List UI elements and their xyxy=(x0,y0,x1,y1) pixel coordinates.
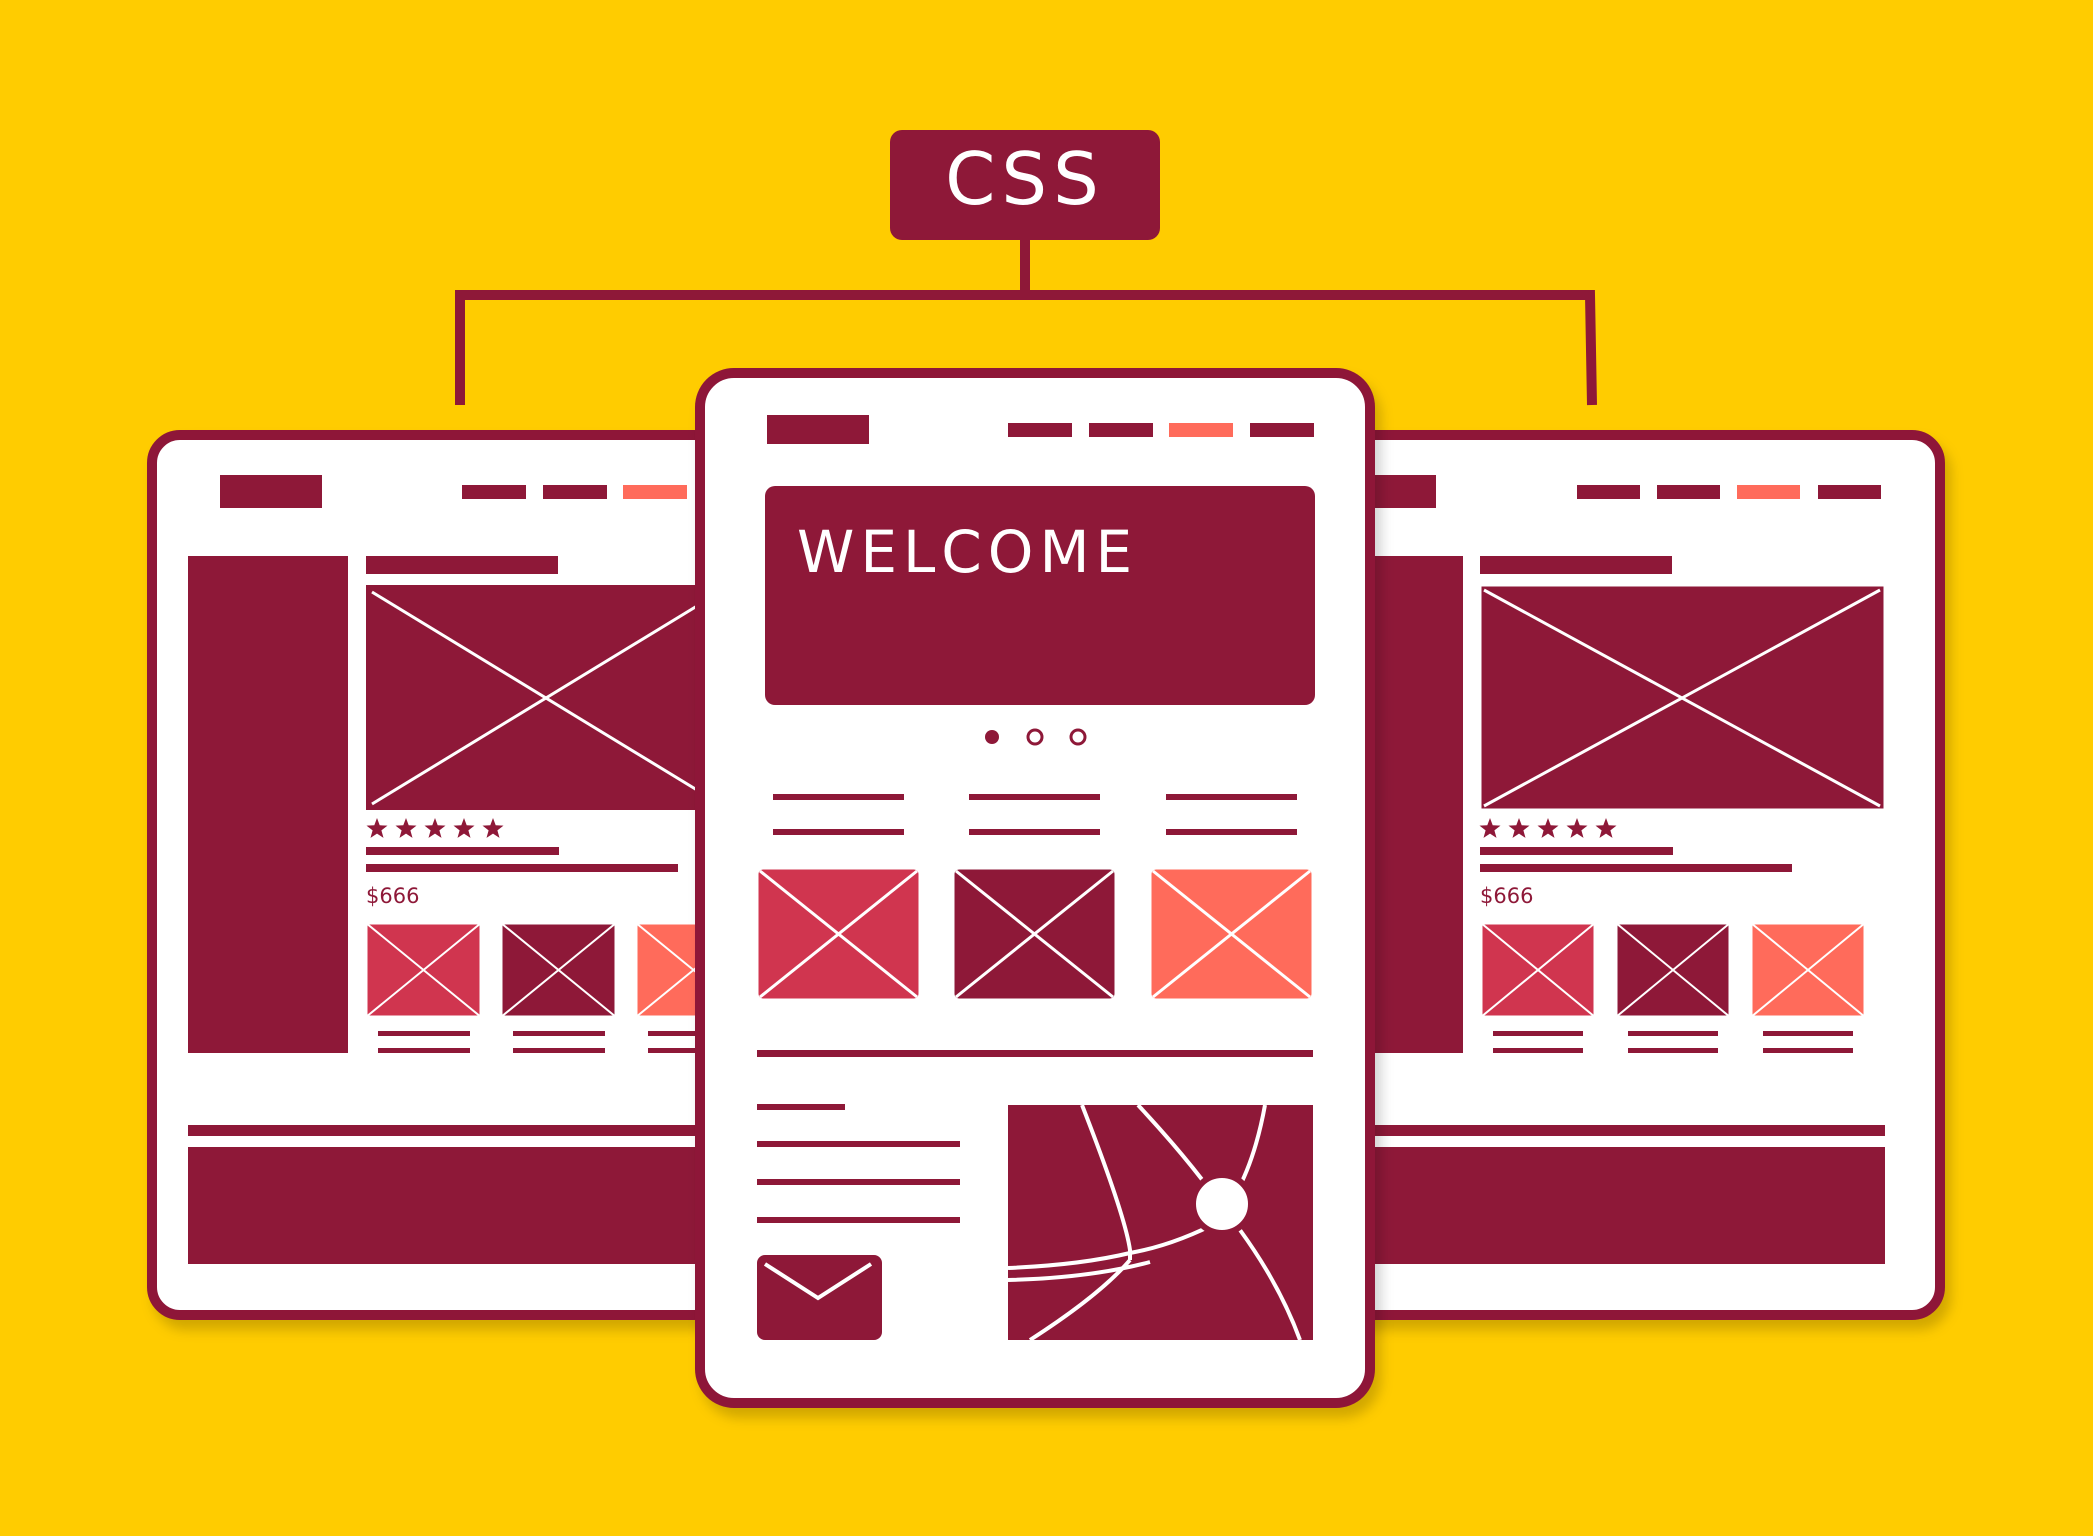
text-line xyxy=(366,864,678,872)
image-placeholder-icon xyxy=(366,585,726,810)
nav-bar xyxy=(462,485,687,499)
map-pin-icon[interactable] xyxy=(1190,1172,1254,1236)
logo-block xyxy=(220,475,322,508)
nav-item-active[interactable] xyxy=(1169,423,1233,437)
thumb-row xyxy=(1479,921,1867,1019)
footer-block xyxy=(1340,1147,1885,1264)
text-line xyxy=(1480,864,1792,872)
footer-line xyxy=(188,1125,722,1136)
image-placeholder-icon xyxy=(951,866,1118,1002)
nav-item-active[interactable] xyxy=(623,485,687,499)
nav-item[interactable] xyxy=(1818,485,1881,499)
illustration-svg: CSS $666 $666 WELCOME xyxy=(147,130,1945,1408)
nav-item-active[interactable] xyxy=(1737,485,1800,499)
css-label: CSS xyxy=(945,137,1105,221)
nav-item[interactable] xyxy=(1089,423,1153,437)
thumb-row xyxy=(364,921,753,1019)
nav-item[interactable] xyxy=(462,485,526,499)
tablet-window-center: WELCOME xyxy=(695,368,1375,1408)
card-row xyxy=(755,866,1315,1002)
image-placeholder-icon xyxy=(364,921,483,1019)
carousel-dot-active[interactable] xyxy=(985,730,999,744)
sidebar-block xyxy=(188,556,348,1053)
nav-item[interactable] xyxy=(1657,485,1720,499)
map-icon[interactable] xyxy=(1007,1103,1313,1342)
heading-bar xyxy=(366,556,558,574)
image-placeholder-icon xyxy=(1749,921,1867,1019)
image-placeholder-icon xyxy=(1148,866,1315,1002)
image-placeholder-icon xyxy=(1479,921,1597,1019)
nav-item[interactable] xyxy=(1250,423,1314,437)
image-placeholder-icon xyxy=(1614,921,1732,1019)
image-placeholder-icon xyxy=(499,921,618,1019)
image-placeholder-icon xyxy=(755,866,922,1002)
heading-bar xyxy=(1480,556,1672,574)
hero-banner: WELCOME xyxy=(765,486,1315,705)
nav-item[interactable] xyxy=(543,485,607,499)
price-label: $666 xyxy=(366,884,419,908)
css-badge: CSS xyxy=(890,130,1160,240)
welcome-heading: WELCOME xyxy=(797,518,1138,586)
image-placeholder-icon xyxy=(1478,583,1887,812)
responsive-css-illustration: CSS $666 $666 WELCOME xyxy=(0,0,2093,1532)
nav-item[interactable] xyxy=(1577,485,1640,499)
mail-icon[interactable] xyxy=(757,1255,882,1340)
text-line xyxy=(1480,847,1673,855)
logo-block xyxy=(767,415,869,444)
footer-line xyxy=(1340,1125,1885,1136)
text-line xyxy=(366,847,559,855)
footer-block xyxy=(188,1147,722,1264)
price-label: $666 xyxy=(1480,884,1533,908)
desktop-window-right: $666 xyxy=(1320,430,1945,1320)
desktop-window-left: $666 xyxy=(147,430,753,1320)
nav-item[interactable] xyxy=(1008,423,1072,437)
divider xyxy=(757,1050,1313,1057)
